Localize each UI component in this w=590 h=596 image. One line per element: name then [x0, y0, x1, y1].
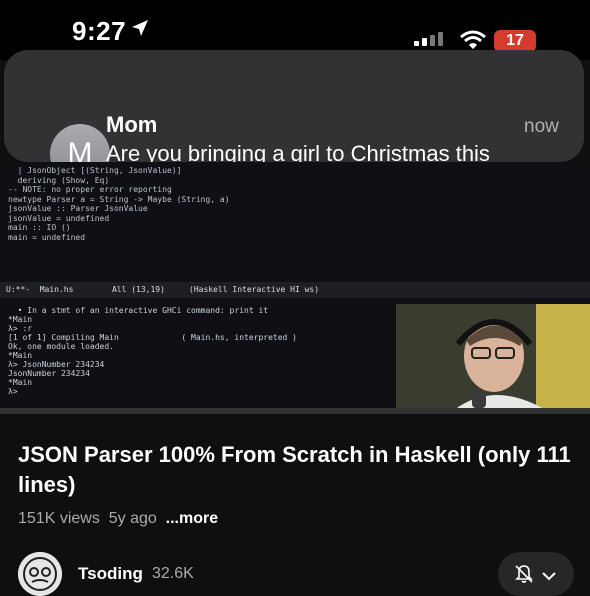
status-time: 9:27 — [72, 16, 127, 46]
cellular-signal-icon — [414, 32, 450, 51]
ghci-line: λ> :r — [8, 324, 33, 333]
ghci-line: λ> — [8, 387, 23, 396]
ghci-line: *Main — [8, 378, 33, 387]
editor-code: | JsonObject [(String, JsonValue)] deriv… — [0, 162, 296, 300]
notification-time: now — [524, 116, 559, 137]
ghci-line: • In a stmt of an interactive GHCi comma… — [8, 306, 269, 315]
code-line: jsonValue :: Parser JsonValue — [8, 204, 148, 213]
message-notification[interactable]: M Mom Are you bringing a girl to Christm… — [4, 50, 584, 194]
notification-sender: Mom — [106, 112, 158, 137]
video-title[interactable]: JSON Parser 100% From Scratch in Haskell… — [18, 440, 578, 500]
channel-avatar[interactable] — [18, 552, 62, 596]
bell-off-icon — [514, 564, 534, 589]
code-line: main :: IO () — [8, 223, 71, 232]
video-player[interactable]: | JsonObject [(String, JsonValue)] deriv… — [0, 162, 590, 414]
ghci-line: λ> JsonNumber 234234 — [8, 360, 105, 369]
ghci-line: *Main — [8, 315, 33, 324]
ghci-line: [1 of 1] Compiling Main ( Main.hs, inter… — [8, 333, 297, 342]
more-link[interactable]: ...more — [166, 510, 218, 527]
view-count: 151K views — [18, 510, 100, 527]
editor-modeline: U:**- Main.hs All (13,19) (Haskell Inter… — [0, 282, 590, 298]
code-line: -- NOTE: no proper error reporting — [8, 185, 172, 194]
battery-indicator: 17 — [494, 30, 536, 52]
code-line: newtype Parser a = String -> Maybe (Stri… — [8, 194, 230, 204]
code-line: | JsonObject [(String, JsonValue)] — [8, 166, 182, 175]
ghci-line: Ok, one module loaded. — [8, 342, 114, 351]
subscriber-count: 32.6K — [152, 565, 194, 582]
upload-age: 5y ago — [108, 510, 157, 527]
chevron-down-icon — [542, 568, 556, 586]
video-progress-bar[interactable] — [0, 408, 590, 414]
ghci-line: *Main — [8, 351, 33, 360]
channel-name[interactable]: Tsoding — [78, 564, 143, 584]
code-line: deriving (Show, Eq) — [8, 175, 110, 185]
ghci-output: • In a stmt of an interactive GHCi comma… — [0, 304, 396, 408]
code-line: jsonValue = undefined — [8, 213, 110, 223]
video-meta: 151K views 5y ago ...more — [18, 510, 218, 528]
notification-bell-button[interactable] — [498, 552, 574, 596]
ghci-line: JsonNumber 234234 — [8, 369, 90, 378]
webcam-feed — [396, 304, 590, 410]
location-arrow-icon — [130, 18, 150, 43]
code-line: main = undefined — [8, 232, 86, 242]
